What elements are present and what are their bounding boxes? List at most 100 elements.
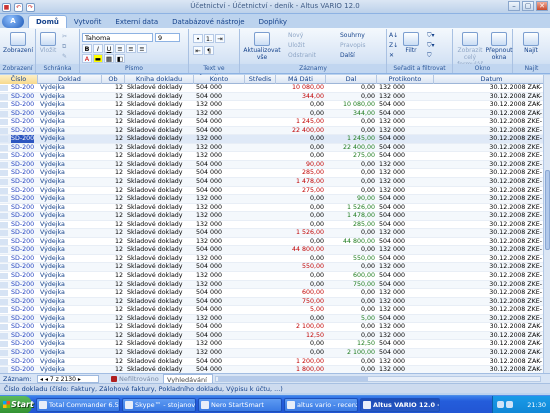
cell-konto[interactable]: 504 000 bbox=[194, 178, 245, 186]
cell-doklad[interactable]: Výdejka bbox=[38, 127, 102, 135]
tab-databazove-nastroje[interactable]: Databázové nástroje bbox=[165, 16, 251, 28]
cell-stredisko[interactable] bbox=[245, 178, 276, 186]
cell-cislo[interactable]: SD-200 bbox=[0, 272, 38, 280]
scrollbar-thumb[interactable] bbox=[545, 170, 550, 250]
cell-ob[interactable]: 12 bbox=[102, 127, 125, 135]
table-row[interactable]: SD-200 Výdejka 12 Skladové doklady 504 000 10… bbox=[0, 84, 550, 93]
cell-cislo[interactable]: SD-200 bbox=[0, 358, 38, 366]
cell-dal[interactable]: 22 400,00 bbox=[326, 144, 377, 152]
cell-ob[interactable]: 12 bbox=[102, 204, 125, 212]
cell-cislo[interactable]: SD-200 bbox=[0, 255, 38, 263]
cell-stredisko[interactable] bbox=[245, 135, 276, 143]
cell-stredisko[interactable] bbox=[245, 255, 276, 263]
horizontal-scrollbar[interactable] bbox=[215, 376, 541, 382]
cell-ma-dati[interactable]: 0,00 bbox=[276, 204, 326, 212]
cell-ma-dati[interactable]: 0,00 bbox=[276, 101, 326, 109]
table-row[interactable]: SD-200 Výdejka 12 Skladové doklady 504 000 27… bbox=[0, 187, 550, 196]
record-position[interactable]: ◂ ◂ 7 z 2130 ▸ bbox=[37, 375, 99, 383]
cell-datum[interactable]: 30.12.2008 ZKE- bbox=[434, 315, 544, 323]
cell-stredisko[interactable] bbox=[245, 169, 276, 177]
table-row[interactable]: SD-200 Výdejka 12 Skladové doklady 504 000 1 … bbox=[0, 366, 550, 373]
cell-doklad[interactable]: Výdejka bbox=[38, 366, 102, 373]
cell-dal[interactable]: 0,00 bbox=[326, 127, 377, 135]
cell-doklad[interactable]: Výdejka bbox=[38, 289, 102, 297]
cell-ma-dati[interactable]: 2 100,00 bbox=[276, 323, 326, 331]
network-icon[interactable] bbox=[497, 401, 504, 408]
souhrny-button[interactable]: Souhrny bbox=[340, 32, 365, 39]
cell-kniha[interactable]: Skladové doklady bbox=[125, 298, 194, 306]
bold-button[interactable]: B bbox=[82, 44, 92, 53]
cell-dal[interactable]: 0,00 bbox=[326, 306, 377, 314]
cell-konto[interactable]: 132 000 bbox=[194, 101, 245, 109]
cell-datum[interactable]: 30.12.2008 ZKE- bbox=[434, 221, 544, 229]
cell-konto[interactable]: 132 000 bbox=[194, 340, 245, 348]
cell-doklad[interactable]: Výdejka bbox=[38, 169, 102, 177]
cell-konto[interactable]: 504 000 bbox=[194, 93, 245, 101]
cell-doklad[interactable]: Výdejka bbox=[38, 358, 102, 366]
cell-ma-dati[interactable]: 750,00 bbox=[276, 298, 326, 306]
cell-doklad[interactable]: Výdejka bbox=[38, 195, 102, 203]
cell-stredisko[interactable] bbox=[245, 281, 276, 289]
cell-ob[interactable]: 12 bbox=[102, 229, 125, 237]
cell-kniha[interactable]: Skladové doklady bbox=[125, 349, 194, 357]
table-row[interactable]: SD-200 Výdejka 12 Skladové doklady 132 000 0,… bbox=[0, 280, 550, 290]
cell-cislo[interactable]: SD-200 bbox=[0, 315, 38, 323]
close-button[interactable]: ✕ bbox=[536, 1, 548, 11]
cell-kniha[interactable]: Skladové doklady bbox=[125, 161, 194, 169]
cell-dal[interactable]: 1 245,00 bbox=[326, 135, 377, 143]
cell-doklad[interactable]: Výdejka bbox=[38, 101, 102, 109]
sort-asc-icon[interactable]: A↓ bbox=[389, 32, 398, 39]
table-row[interactable]: SD-200 Výdejka 12 Skladové doklady 504 000 5,… bbox=[0, 306, 550, 315]
highlight-icon[interactable]: ▬ bbox=[93, 54, 103, 63]
cell-kniha[interactable]: Skladové doklady bbox=[125, 84, 194, 92]
prev-record-icon[interactable]: ◂ bbox=[45, 376, 48, 383]
cell-ob[interactable]: 12 bbox=[102, 323, 125, 331]
cell-ma-dati[interactable]: 0,00 bbox=[276, 144, 326, 152]
cell-ma-dati[interactable]: 44 800,00 bbox=[276, 246, 326, 254]
novy-button[interactable]: Nový bbox=[288, 32, 303, 39]
cell-cislo[interactable]: SD-200 bbox=[0, 340, 38, 348]
cell-stredisko[interactable] bbox=[245, 263, 276, 271]
cell-ob[interactable]: 12 bbox=[102, 255, 125, 263]
cell-dal[interactable]: 0,00 bbox=[326, 229, 377, 237]
table-row[interactable]: SD-200 Výdejka 12 Skladové doklady 504 000 22… bbox=[0, 126, 550, 136]
cell-doklad[interactable]: Výdejka bbox=[38, 221, 102, 229]
cell-datum[interactable]: 30.12.2008 ZKE- bbox=[434, 246, 544, 254]
cell-ob[interactable]: 12 bbox=[102, 238, 125, 246]
cell-cislo[interactable]: SD-200 bbox=[0, 332, 38, 340]
cell-cislo[interactable]: SD-200 bbox=[0, 306, 38, 314]
cell-stredisko[interactable] bbox=[245, 212, 276, 220]
cell-stredisko[interactable] bbox=[245, 144, 276, 152]
cell-cislo[interactable]: SD-200 bbox=[0, 187, 38, 195]
cell-konto[interactable]: 132 000 bbox=[194, 281, 245, 289]
cell-konto[interactable]: 504 000 bbox=[194, 246, 245, 254]
cell-konto[interactable]: 504 000 bbox=[194, 332, 245, 340]
cell-konto[interactable]: 132 000 bbox=[194, 349, 245, 357]
cell-protikonto[interactable]: 132 000 bbox=[377, 246, 434, 254]
cell-doklad[interactable]: Výdejka bbox=[38, 272, 102, 280]
cell-konto[interactable]: 132 000 bbox=[194, 212, 245, 220]
cell-cislo[interactable]: SD-200 bbox=[0, 93, 38, 101]
cell-protikonto[interactable]: 504 000 bbox=[377, 135, 434, 143]
cell-datum[interactable]: 30.12.2008 ZAK- bbox=[434, 84, 544, 92]
cell-kniha[interactable]: Skladové doklady bbox=[125, 289, 194, 297]
table-row[interactable]: SD-200 Výdejka 12 Skladové doklady 504 000 12… bbox=[0, 331, 550, 341]
cell-dal[interactable]: 1 478,00 bbox=[326, 212, 377, 220]
cell-protikonto[interactable]: 132 000 bbox=[377, 187, 434, 195]
cell-konto[interactable]: 504 000 bbox=[194, 263, 245, 271]
cell-datum[interactable]: 30.12.2008 ZKE- bbox=[434, 195, 544, 203]
cell-ma-dati[interactable]: 0,00 bbox=[276, 152, 326, 160]
cell-dal[interactable]: 0,00 bbox=[326, 332, 377, 340]
copy-icon[interactable]: ⧉ bbox=[62, 43, 66, 51]
cell-datum[interactable]: 30.12.2008 ZKE- bbox=[434, 298, 544, 306]
cell-ma-dati[interactable]: 90,00 bbox=[276, 161, 326, 169]
cell-doklad[interactable]: Výdejka bbox=[38, 238, 102, 246]
cell-ob[interactable]: 12 bbox=[102, 161, 125, 169]
cell-ob[interactable]: 12 bbox=[102, 306, 125, 314]
table-row[interactable]: SD-200 Výdejka 12 Skladové doklady 132 000 0,… bbox=[0, 348, 550, 358]
cell-konto[interactable]: 132 000 bbox=[194, 255, 245, 263]
cell-stredisko[interactable] bbox=[245, 306, 276, 314]
cell-dal[interactable]: 0,00 bbox=[326, 118, 377, 126]
cell-dal[interactable]: 344,00 bbox=[326, 110, 377, 118]
selected-cell[interactable]: SD-200 bbox=[11, 135, 34, 144]
